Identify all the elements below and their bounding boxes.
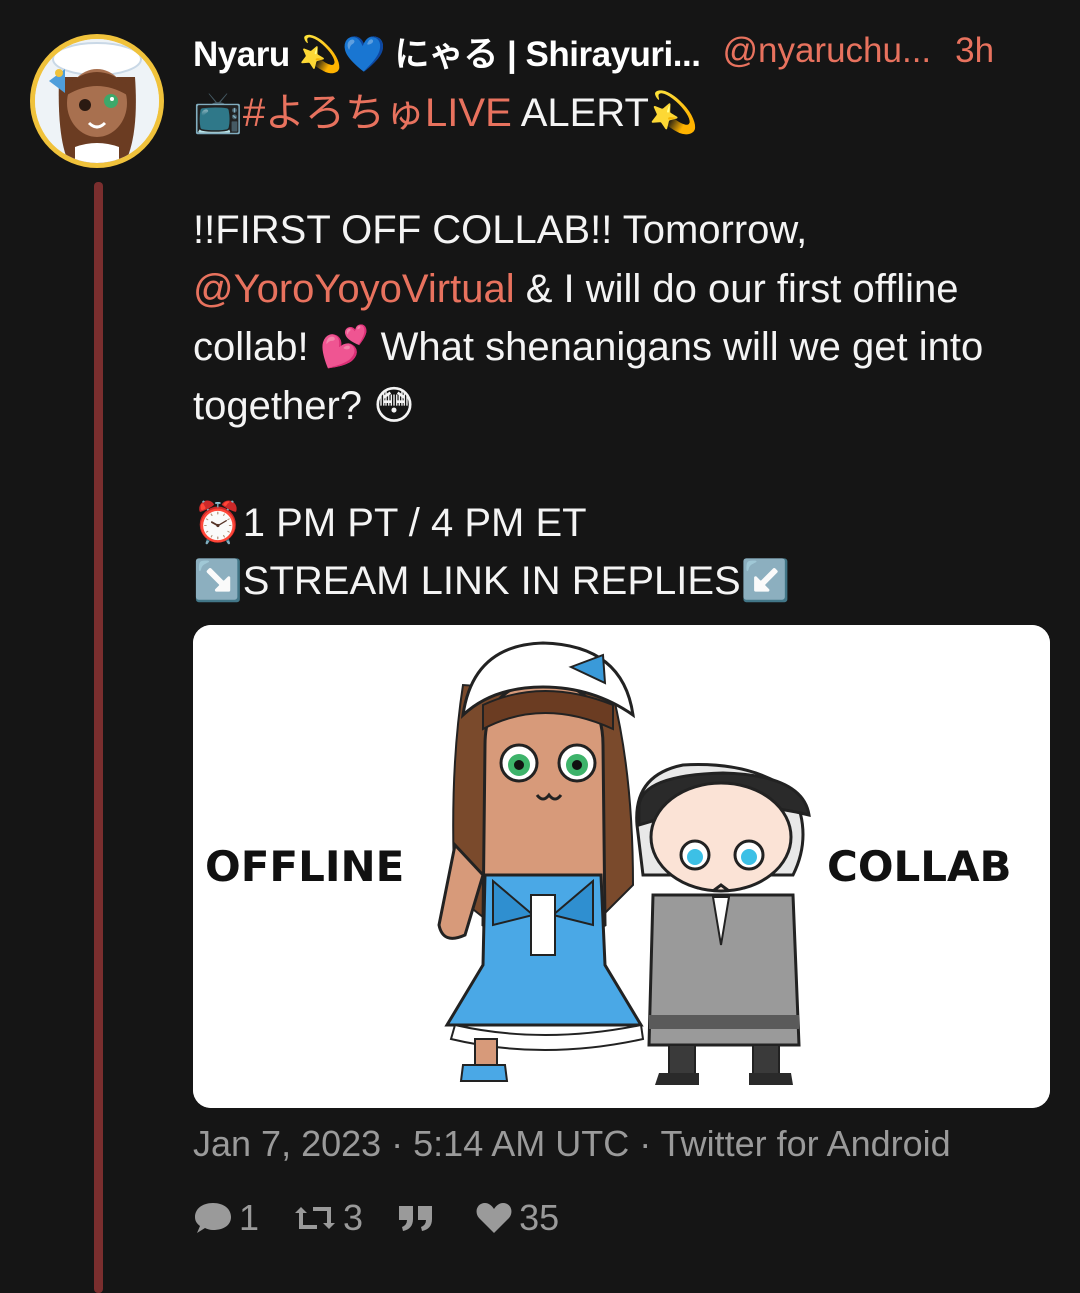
avatar[interactable] [30, 34, 164, 168]
like-button[interactable]: 35 [475, 1197, 559, 1239]
post-header: Nyaru 💫💙 にゃる | Shirayuri... @nyaruchu...… [193, 26, 1053, 76]
retweet-icon [293, 1201, 337, 1235]
post-metadata: Jan 7, 2023 · 5:14 AM UTC · Twitter for … [193, 1123, 951, 1164]
reply-button[interactable]: 1 [193, 1197, 259, 1239]
stream-link-line: ↘️STREAM LINK IN REPLIES↙️ [193, 559, 791, 603]
image-right-text: COLLAB [827, 842, 1012, 891]
mention-link[interactable]: @YoroYoyoVirtual [193, 267, 515, 311]
quote-icon [397, 1203, 435, 1233]
heart-icon [475, 1201, 513, 1235]
announcement-paragraph: !!FIRST OFF COLLAB!! Tomorrow, @YoroYoyo… [193, 201, 1053, 435]
character-right [635, 763, 811, 1085]
hashtag-link[interactable]: #よろちゅLIVE [243, 91, 512, 135]
tv-icon: 📺 [193, 91, 243, 135]
user-handle[interactable]: @nyaruchu... [722, 31, 931, 71]
comment-icon [193, 1200, 233, 1236]
display-name[interactable]: Nyaru 💫💙 にゃる | Shirayuri... [193, 26, 701, 77]
alert-line: 📺#よろちゅLIVE ALERT💫 [193, 84, 1053, 143]
reply-count: 1 [239, 1197, 260, 1238]
retweet-button[interactable]: 3 [293, 1197, 363, 1239]
alert-text: ALERT💫 [511, 91, 699, 135]
post-text: 📺#よろちゅLIVE ALERT💫 !!FIRST OFF COLLAB!! T… [193, 84, 1053, 611]
avatar-image [35, 39, 159, 163]
announcement-text-start: !!FIRST OFF COLLAB!! Tomorrow, [193, 208, 808, 252]
retweet-count: 3 [343, 1197, 364, 1238]
character-left [437, 641, 645, 1082]
schedule-line: ⏰1 PM PT / 4 PM ET [193, 500, 587, 545]
image-left-text: OFFLINE [205, 842, 404, 891]
post-image[interactable]: OFFLINE COLLAB [193, 625, 1050, 1108]
quote-button[interactable] [397, 1203, 441, 1233]
action-bar: 1 3 35 [193, 1193, 593, 1243]
thread-line [94, 182, 103, 1293]
like-count: 35 [519, 1197, 560, 1238]
post-time-ago[interactable]: 3h [955, 31, 994, 71]
